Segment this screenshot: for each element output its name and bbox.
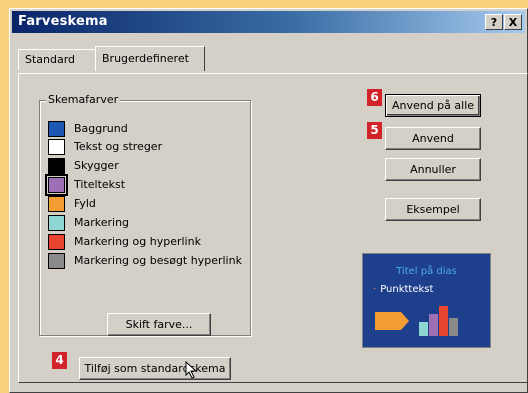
color-swatch — [48, 253, 65, 269]
color-swatch — [48, 139, 65, 155]
apply-button[interactable]: Anvend — [385, 127, 481, 150]
scheme-item-label: Skygger — [74, 159, 119, 172]
preview-button[interactable]: Eksempel — [385, 198, 481, 221]
slide-preview: Titel på dias · Punkttekst — [362, 253, 491, 348]
preview-bar — [439, 306, 448, 336]
scheme-item-label: Baggrund — [74, 122, 128, 135]
color-swatch — [48, 158, 65, 174]
step-marker-6: 6 — [367, 89, 382, 106]
scheme-item-label: Markering og besøgt hyperlink — [74, 254, 242, 267]
preview-bar — [449, 318, 458, 336]
help-button[interactable]: ? — [485, 14, 503, 30]
step-marker-4: 4 — [52, 352, 67, 369]
color-swatch — [48, 121, 65, 137]
color-swatch — [48, 234, 65, 250]
scheme-item-label: Tekst og streger — [74, 140, 163, 153]
title-bar[interactable]: Farveskema ? X — [12, 11, 525, 33]
mouse-pointer-icon — [185, 361, 198, 379]
preview-bar — [419, 322, 428, 336]
scheme-colors-group: Skemafarver Baggrund Tekst og streger Sk… — [39, 93, 251, 336]
scheme-item-accent[interactable]: Markering — [48, 215, 248, 233]
close-button[interactable]: X — [504, 14, 522, 30]
dialog-title: Farveskema — [18, 14, 108, 29]
scheme-item-text-lines[interactable]: Tekst og streger — [48, 139, 248, 157]
scheme-item-label: Fyld — [74, 197, 96, 210]
scheme-item-accent-followed-hyperlink[interactable]: Markering og besøgt hyperlink — [48, 253, 248, 271]
color-swatch — [48, 196, 65, 212]
preview-arrow-shape — [375, 312, 409, 330]
step-marker-5: 5 — [367, 122, 382, 139]
tab-standard[interactable]: Standard — [18, 49, 96, 70]
tab-panel: Skemafarver Baggrund Tekst og streger Sk… — [18, 73, 528, 383]
cancel-button[interactable]: Annuller — [385, 158, 481, 181]
change-color-button[interactable]: Skift farve... — [107, 313, 211, 336]
scheme-item-label: Markering og hyperlink — [74, 235, 201, 248]
scheme-item-label: Titeltekst — [74, 178, 126, 191]
scheme-item-fill[interactable]: Fyld — [48, 196, 248, 214]
color-scheme-dialog: Farveskema ? X Standard Brugerdefineret … — [9, 8, 528, 393]
color-swatch — [45, 174, 68, 196]
color-swatch — [48, 215, 65, 231]
tab-custom[interactable]: Brugerdefineret — [95, 46, 205, 71]
preview-graphics — [375, 306, 458, 336]
add-standard-scheme-button[interactable]: Tilføj som standardskema — [79, 357, 231, 380]
scheme-item-title-text[interactable]: Titeltekst — [45, 174, 248, 196]
scheme-item-accent-hyperlink[interactable]: Markering og hyperlink — [48, 234, 248, 252]
scheme-item-label: Markering — [74, 216, 130, 229]
scheme-item-shadows[interactable]: Skygger — [48, 158, 248, 176]
preview-bar — [429, 314, 438, 336]
scheme-item-background[interactable]: Baggrund — [48, 121, 248, 139]
apply-all-button[interactable]: Anvend på alle — [385, 94, 481, 117]
group-legend: Skemafarver — [46, 93, 121, 106]
